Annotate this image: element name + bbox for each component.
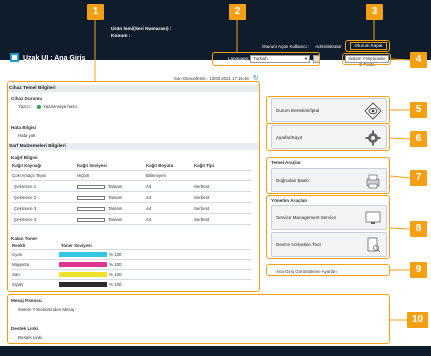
callout-6: 6	[410, 131, 427, 147]
highlight-management	[266, 195, 390, 259]
callout-7: 7	[410, 170, 427, 186]
footer-bar	[0, 346, 431, 356]
highlight-basic-tools	[266, 157, 390, 194]
callout-3: 3	[366, 4, 383, 20]
highlight-status-area	[7, 81, 260, 292]
user-name: Administrator	[315, 44, 342, 49]
user-label: Oturum Açan Kullanıcı :	[262, 44, 310, 49]
highlight-email	[342, 53, 391, 65]
highlight-message-board	[7, 294, 390, 344]
callout-2: 2	[229, 4, 246, 20]
device-name: Ürün İsmi(Seri Numarası) :	[111, 27, 172, 32]
app-title: Uzak UI : Ana Giriş	[23, 55, 86, 62]
highlight-monitor	[266, 96, 390, 124]
callout-1: 1	[87, 4, 104, 20]
device-info: Ürün İsmi(Seri Numarası) : Konum :	[111, 27, 172, 40]
highlight-settings	[266, 123, 390, 151]
device-location: Konum :	[111, 33, 131, 39]
user-info: Oturum Açan Kullanıcı : Administrator	[262, 44, 347, 49]
callout-5: 5	[410, 102, 427, 118]
highlight-logout	[345, 40, 390, 52]
callout-10: 10	[407, 312, 428, 328]
remote-ui-logo-icon	[10, 53, 19, 62]
callout-9: 9	[410, 262, 427, 278]
highlight-language	[212, 52, 320, 66]
callout-4: 4	[410, 52, 427, 68]
callout-8: 8	[410, 221, 427, 237]
highlight-portal-settings	[266, 264, 390, 276]
